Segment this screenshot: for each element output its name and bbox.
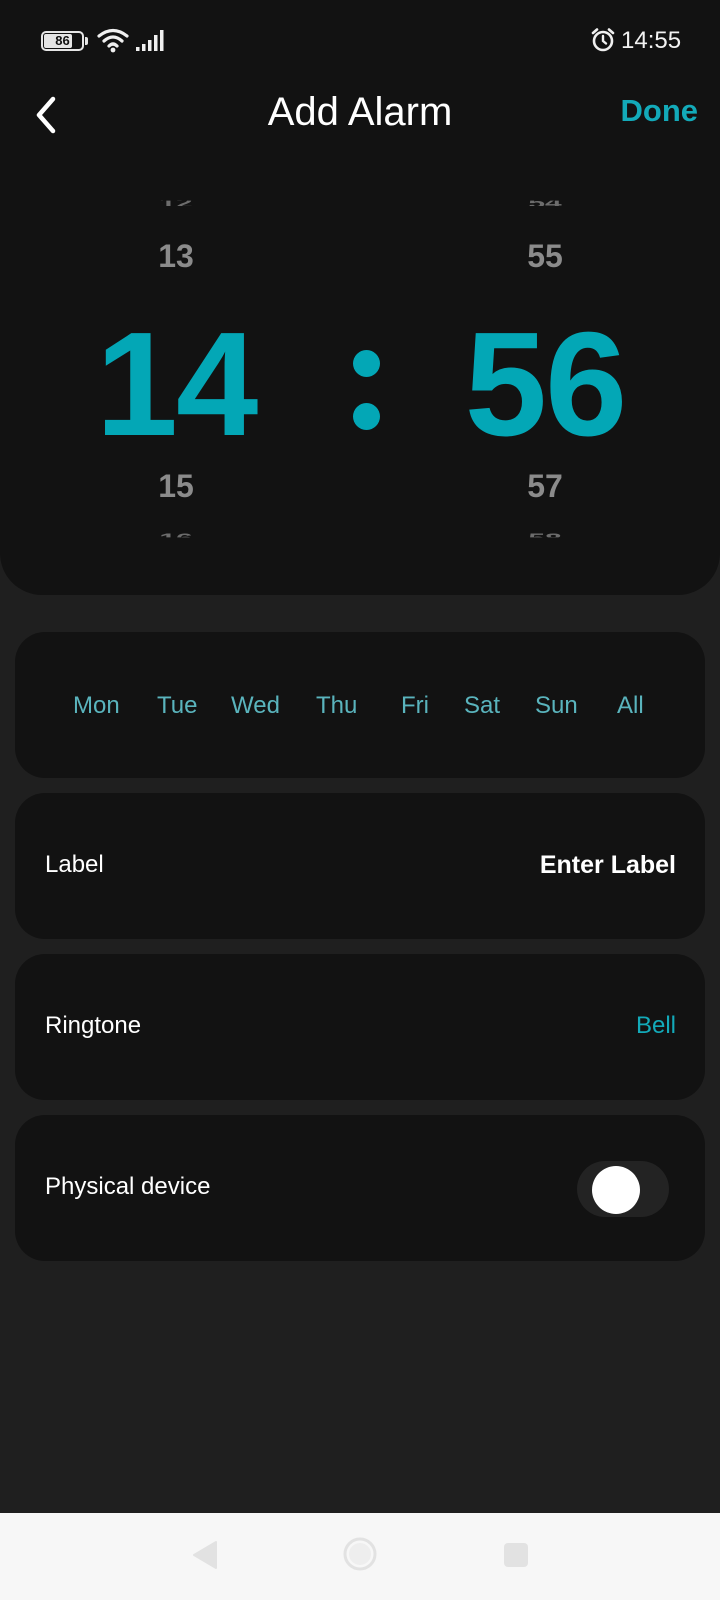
minute-option[interactable]: 55 bbox=[445, 238, 645, 275]
wifi-icon bbox=[97, 28, 129, 53]
status-time: 14:55 bbox=[621, 27, 682, 54]
nav-recents-icon[interactable] bbox=[502, 1541, 530, 1569]
day-fri[interactable]: Fri bbox=[401, 692, 429, 720]
nav-home-icon[interactable] bbox=[342, 1536, 378, 1572]
repeat-days-card: Mon Tue Wed Thu Fri Sat Sun All bbox=[15, 632, 705, 778]
ringtone-value[interactable]: Bell bbox=[636, 1012, 676, 1040]
minute-option[interactable]: 54 bbox=[445, 201, 645, 206]
label-row[interactable]: Label Enter Label bbox=[15, 793, 705, 939]
day-all[interactable]: All bbox=[617, 692, 644, 720]
label-input[interactable]: Enter Label bbox=[540, 851, 676, 880]
signal-icon bbox=[136, 30, 164, 51]
hour-option[interactable]: 13 bbox=[76, 238, 276, 275]
hour-picker[interactable]: 12 13 14 15 16 bbox=[76, 190, 276, 560]
time-separator bbox=[352, 345, 382, 435]
alarm-clock-icon bbox=[591, 28, 615, 52]
label-title: Label bbox=[45, 851, 104, 878]
minute-option[interactable]: 58 bbox=[445, 532, 645, 537]
minute-option[interactable]: 57 bbox=[445, 468, 645, 505]
physical-device-row: Physical device bbox=[15, 1115, 705, 1261]
minute-picker[interactable]: 54 55 56 57 58 bbox=[445, 190, 645, 560]
day-thu[interactable]: Thu bbox=[316, 692, 357, 720]
system-nav-bar bbox=[0, 1513, 720, 1600]
hour-option[interactable]: 16 bbox=[76, 532, 276, 537]
day-mon[interactable]: Mon bbox=[73, 692, 120, 720]
physical-device-title: Physical device bbox=[45, 1173, 211, 1200]
ringtone-title: Ringtone bbox=[45, 1012, 142, 1039]
selected-hour[interactable]: 14 bbox=[76, 310, 276, 460]
physical-device-toggle[interactable] bbox=[577, 1161, 669, 1217]
day-sun[interactable]: Sun bbox=[535, 692, 578, 720]
chevron-left-icon bbox=[36, 96, 56, 134]
back-button[interactable] bbox=[26, 92, 66, 138]
battery-icon: 86 bbox=[41, 31, 84, 51]
nav-back-icon[interactable] bbox=[190, 1538, 220, 1572]
day-sat[interactable]: Sat bbox=[464, 692, 500, 720]
day-wed[interactable]: Wed bbox=[231, 692, 280, 720]
status-bar: 86 14:55 bbox=[0, 0, 720, 82]
ringtone-row[interactable]: Ringtone Bell bbox=[15, 954, 705, 1100]
toggle-knob bbox=[592, 1166, 640, 1214]
hour-option[interactable]: 15 bbox=[76, 468, 276, 505]
done-button[interactable]: Done bbox=[621, 93, 699, 129]
hour-option[interactable]: 12 bbox=[76, 201, 276, 206]
selected-minute[interactable]: 56 bbox=[445, 310, 645, 460]
day-tue[interactable]: Tue bbox=[157, 692, 197, 720]
battery-level: 86 bbox=[55, 33, 70, 48]
